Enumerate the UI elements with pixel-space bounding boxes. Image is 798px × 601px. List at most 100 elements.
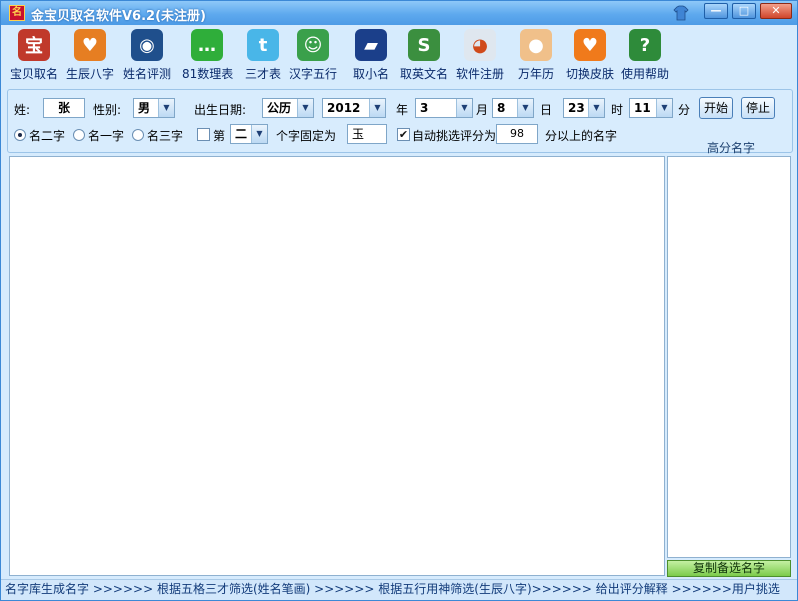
minute-select[interactable]: 11 ▼ (629, 98, 673, 118)
heart-icon: ♥ (574, 29, 606, 61)
twitter-bird-icon: t (247, 29, 279, 61)
surname-input[interactable]: 张 (43, 98, 85, 118)
toolbar-label: 81数理表 (182, 67, 234, 81)
toolbar-label: 取小名 (352, 67, 389, 81)
start-button[interactable]: 开始 (699, 97, 733, 119)
toolbar-button-7[interactable]: S 取英文名 (398, 29, 450, 83)
calendar-dots-icon: ● (520, 29, 552, 61)
month-label: 月 (476, 103, 489, 117)
fixed-char-checkbox[interactable] (197, 128, 210, 141)
gender-value: 男 (138, 101, 151, 115)
fixed-position-select[interactable]: 二 ▼ (230, 124, 268, 144)
day-label: 日 (540, 103, 553, 117)
app-logo-icon: 名 (9, 5, 25, 21)
score-suffix-label: 分以上的名字 (545, 129, 618, 143)
stumbleupon-icon: S (408, 29, 440, 61)
baby-icon: 宝 (18, 29, 50, 61)
fixed-char-input[interactable]: 玉 (347, 124, 387, 144)
calendar-type-select[interactable]: 公历 ▼ (262, 98, 314, 118)
toolbar-button-10[interactable]: ♥ 切换皮肤 (564, 29, 616, 83)
reddit-icon: ◕ (464, 29, 496, 61)
close-button[interactable]: ✕ (760, 3, 792, 19)
month-value: 3 (420, 101, 429, 115)
chevron-down-icon[interactable]: ▼ (588, 99, 604, 117)
toolbar-label: 汉字五行 (288, 67, 337, 81)
toolbar-button-3[interactable]: … 81数理表 (182, 29, 234, 83)
toolbar-label: 姓名评测 (122, 67, 171, 81)
toolbar-label: 生辰八字 (65, 67, 114, 81)
radio-one-char-label: 名一字 (88, 129, 125, 143)
minimize-button[interactable]: — (704, 3, 728, 19)
skin-shirt-icon[interactable] (673, 5, 689, 21)
fixed-position-value: 二 (235, 127, 248, 141)
toolbar-label: 三才表 (244, 67, 281, 81)
radio-three-char[interactable] (132, 129, 144, 141)
chevron-down-icon[interactable]: ▼ (517, 99, 533, 117)
form-panel: 姓: 张 性别: 男 ▼ 出生日期: 公历 ▼ 2012 ▼ 年 3 ▼ 月 8… (7, 89, 793, 153)
toolbar-label: 宝贝取名 (9, 67, 58, 81)
surname-label: 姓: (14, 103, 31, 117)
toolbar-label: 万年历 (517, 67, 554, 81)
year-value: 2012 (327, 101, 361, 115)
toolbar-button-11[interactable]: ? 使用帮助 (619, 29, 671, 83)
toolbar: 宝宝贝取名 ♥ 生辰八字 ◉ 姓名评测 … 81数理表 t 三才表 ☺ 汉字五行 ▰ 取小名 S 取英文名 ◕… (1, 27, 797, 85)
car-icon: ▰ (355, 29, 387, 61)
chevron-down-icon[interactable]: ▼ (251, 125, 267, 143)
magnifier-heart-icon: ♥ (74, 29, 106, 61)
window-title: 金宝贝取名软件V6.2(未注册) (31, 9, 206, 24)
hour-select[interactable]: 23 ▼ (563, 98, 605, 118)
radio-one-char[interactable] (73, 129, 85, 141)
radio-two-char-label: 名二字 (29, 129, 66, 143)
toolbar-button-2[interactable]: ◉ 姓名评测 (122, 29, 172, 83)
month-select[interactable]: 3 ▼ (415, 98, 473, 118)
auto-pick-checkbox[interactable]: ✔ (397, 128, 410, 141)
minute-label: 分 (678, 103, 691, 117)
birth-date-label: 出生日期: (194, 103, 247, 117)
toolbar-button-5[interactable]: ☺ 汉字五行 (288, 29, 338, 83)
hour-value: 23 (568, 101, 585, 115)
fixed-suffix-label: 个字固定为 (276, 129, 337, 143)
toolbar-button-4[interactable]: t 三才表 (238, 29, 288, 83)
myspace-icon: ◉ (131, 29, 163, 61)
title-bar[interactable]: 名 金宝贝取名软件V6.2(未注册) — □ ✕ (1, 1, 797, 25)
toolbar-button-9[interactable]: ● 万年历 (511, 29, 561, 83)
stop-button[interactable]: 停止 (741, 97, 775, 119)
chevron-down-icon[interactable]: ▼ (158, 99, 174, 117)
day-select[interactable]: 8 ▼ (492, 98, 534, 118)
status-bar: 名字库生成名字 >>>>>> 根据五格三才筛选(姓名笔画) >>>>>> 根据五… (1, 579, 797, 600)
chevron-down-icon[interactable]: ▼ (297, 99, 313, 117)
toolbar-label: 软件注册 (455, 67, 504, 81)
chevron-down-icon[interactable]: ▼ (456, 99, 472, 117)
calendar-type-value: 公历 (267, 101, 292, 115)
help-book-icon: ? (629, 29, 661, 61)
gender-label: 性别: (93, 103, 122, 117)
high-score-names-list[interactable] (667, 156, 791, 558)
maximize-button[interactable]: □ (732, 3, 756, 19)
minute-value: 11 (634, 101, 651, 115)
toolbar-button-8[interactable]: ◕ 软件注册 (454, 29, 506, 83)
toolbar-button-1[interactable]: ♥ 生辰八字 (65, 29, 115, 83)
toolbar-label: 使用帮助 (620, 67, 669, 81)
hour-label: 时 (611, 103, 624, 117)
toolbar-button-0[interactable]: 宝宝贝取名 (9, 29, 59, 83)
chevron-down-icon[interactable]: ▼ (656, 99, 672, 117)
toolbar-label: 切换皮肤 (565, 67, 614, 81)
gender-select[interactable]: 男 ▼ (133, 98, 175, 118)
result-text-area[interactable] (9, 156, 665, 576)
users-icon: ☺ (297, 29, 329, 61)
chat-bubble-icon: … (191, 29, 223, 61)
auto-pick-label: 自动挑选评分为 (412, 129, 497, 143)
radio-three-char-label: 名三字 (147, 129, 184, 143)
score-input[interactable]: 98 (496, 124, 538, 144)
toolbar-label: 取英文名 (399, 67, 448, 81)
year-label: 年 (396, 103, 409, 117)
app-window: 名 金宝贝取名软件V6.2(未注册) — □ ✕ 宝宝贝取名 ♥ 生辰八字 ◉ 姓名评测… (0, 0, 798, 601)
high-score-names-title: 高分名字 (707, 141, 756, 155)
fixed-di-label: 第 (213, 129, 226, 143)
chevron-down-icon[interactable]: ▼ (369, 99, 385, 117)
year-select[interactable]: 2012 ▼ (322, 98, 386, 118)
toolbar-button-6[interactable]: ▰ 取小名 (346, 29, 396, 83)
day-value: 8 (497, 101, 506, 115)
radio-two-char[interactable] (14, 129, 26, 141)
copy-candidate-names-button[interactable]: 复制备选名字 (667, 560, 791, 577)
